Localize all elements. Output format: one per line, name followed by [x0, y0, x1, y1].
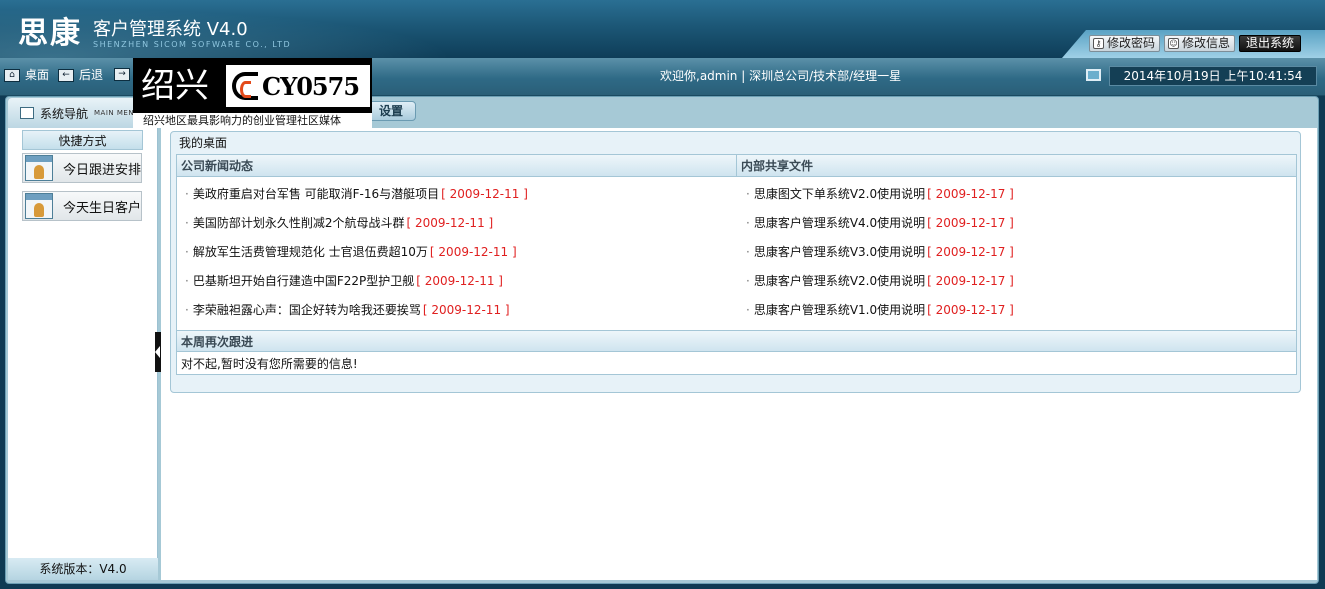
back-button[interactable]: ← 后退	[58, 68, 103, 82]
news-item[interactable]: · 李荣融袒露心声：国企好转为啥我还要挨骂[ 2009-12-11 ]	[185, 303, 510, 317]
panel-title: 我的桌面	[179, 136, 228, 150]
app-header: 思康 客户管理系统 V4.0 SHENZHEN SICOM SOFWARE CO…	[0, 0, 1325, 58]
ad-city-text: 绍兴	[141, 66, 209, 106]
quick-item-label: 今天生日客户	[63, 200, 142, 216]
followup-header: 本周再次跟进	[177, 330, 1296, 352]
monitor-icon	[1086, 69, 1101, 81]
arrow-left-icon: ←	[58, 68, 74, 82]
sidebar: 快捷方式 今日跟进安排 今天生日客户	[8, 128, 158, 580]
change-password-button[interactable]: ⚷ 修改密码	[1089, 35, 1161, 52]
user-icon: ☺	[1168, 38, 1179, 49]
file-item[interactable]: · 思康图文下单系统V2.0使用说明[ 2009-12-17 ]	[746, 187, 1014, 201]
news-item[interactable]: · 解放军生活费管理规范化 士官退伍费超10万[ 2009-12-11 ]	[185, 245, 517, 259]
desktop-label: 桌面	[25, 68, 50, 82]
system-version: 系统版本：V4.0	[8, 558, 158, 580]
welcome-text: 欢迎你,admin | 深圳总公司/技术部/经理一星	[660, 69, 902, 83]
news-item[interactable]: · 美国防部计划永久性削减2个航母战斗群[ 2009-12-11 ]	[185, 216, 493, 230]
app-title: 客户管理系统 V4.0	[93, 19, 248, 40]
files-header: 内部共享文件	[737, 155, 1296, 177]
menu-icon	[20, 107, 34, 119]
quick-item-birthday-customers[interactable]: 今天生日客户	[22, 191, 142, 221]
file-item[interactable]: · 思康客户管理系统V3.0使用说明[ 2009-12-17 ]	[746, 245, 1014, 259]
desktop-button[interactable]: ⌂ 桌面	[4, 68, 49, 82]
user-card-icon	[25, 155, 53, 181]
edit-info-button[interactable]: ☺ 修改信息	[1164, 35, 1236, 52]
quick-access-title: 快捷方式	[22, 130, 143, 150]
app-subtitle: SHENZHEN SICOM SOFWARE CO., LTD	[93, 40, 292, 49]
company-logo: 思康	[18, 16, 82, 51]
arrow-right-icon: →	[114, 68, 130, 81]
news-header: 公司新闻动态	[177, 155, 737, 177]
datetime-display: 2014年10月19日 上午10:41:54	[1109, 66, 1317, 86]
file-item[interactable]: · 思康客户管理系统V1.0使用说明[ 2009-12-17 ]	[746, 303, 1014, 317]
sidebar-collapse-handle[interactable]	[155, 332, 161, 372]
change-password-label: 修改密码	[1107, 36, 1156, 50]
back-label: 后退	[79, 68, 104, 82]
user-card-icon	[25, 193, 53, 219]
ad-logo: CY0575	[226, 65, 370, 107]
forward-button[interactable]: →	[114, 68, 130, 81]
quick-item-label: 今日跟进安排	[63, 162, 142, 178]
logout-label: 退出系统	[1246, 36, 1295, 50]
desktop-grid: 公司新闻动态 内部共享文件 · 美政府重启对台军售 可能取消F-16与潜艇项目[ …	[176, 154, 1297, 375]
edit-info-label: 修改信息	[1182, 36, 1231, 50]
key-icon: ⚷	[1093, 38, 1104, 49]
nav-title: 系统导航	[40, 106, 89, 121]
home-icon: ⌂	[4, 68, 20, 82]
news-item[interactable]: · 美政府重启对台军售 可能取消F-16与潜艇项目[ 2009-12-11 ]	[185, 187, 528, 201]
file-item[interactable]: · 思康客户管理系统V4.0使用说明[ 2009-12-17 ]	[746, 216, 1014, 230]
ad-code-text: CY0575	[262, 71, 360, 101]
logout-button[interactable]: 退出系统	[1239, 35, 1302, 52]
tab-settings[interactable]: 设置	[366, 101, 417, 121]
ad-caption: 绍兴地区最具影响力的创业管理社区媒体	[133, 113, 372, 128]
file-item[interactable]: · 思康客户管理系统V2.0使用说明[ 2009-12-17 ]	[746, 274, 1014, 288]
quick-item-today-followup[interactable]: 今日跟进安排	[22, 153, 142, 183]
cy-logo-icon	[232, 72, 258, 100]
news-item[interactable]: · 巴基斯坦开始自行建造中国F22P型护卫舰[ 2009-12-11 ]	[185, 274, 503, 288]
no-info-message: 对不起,暂时没有您所需要的信息!	[181, 357, 358, 371]
my-desktop-panel: 我的桌面 公司新闻动态 内部共享文件 · 美政府重启对台军售 可能取消F-16与潜…	[170, 131, 1301, 393]
